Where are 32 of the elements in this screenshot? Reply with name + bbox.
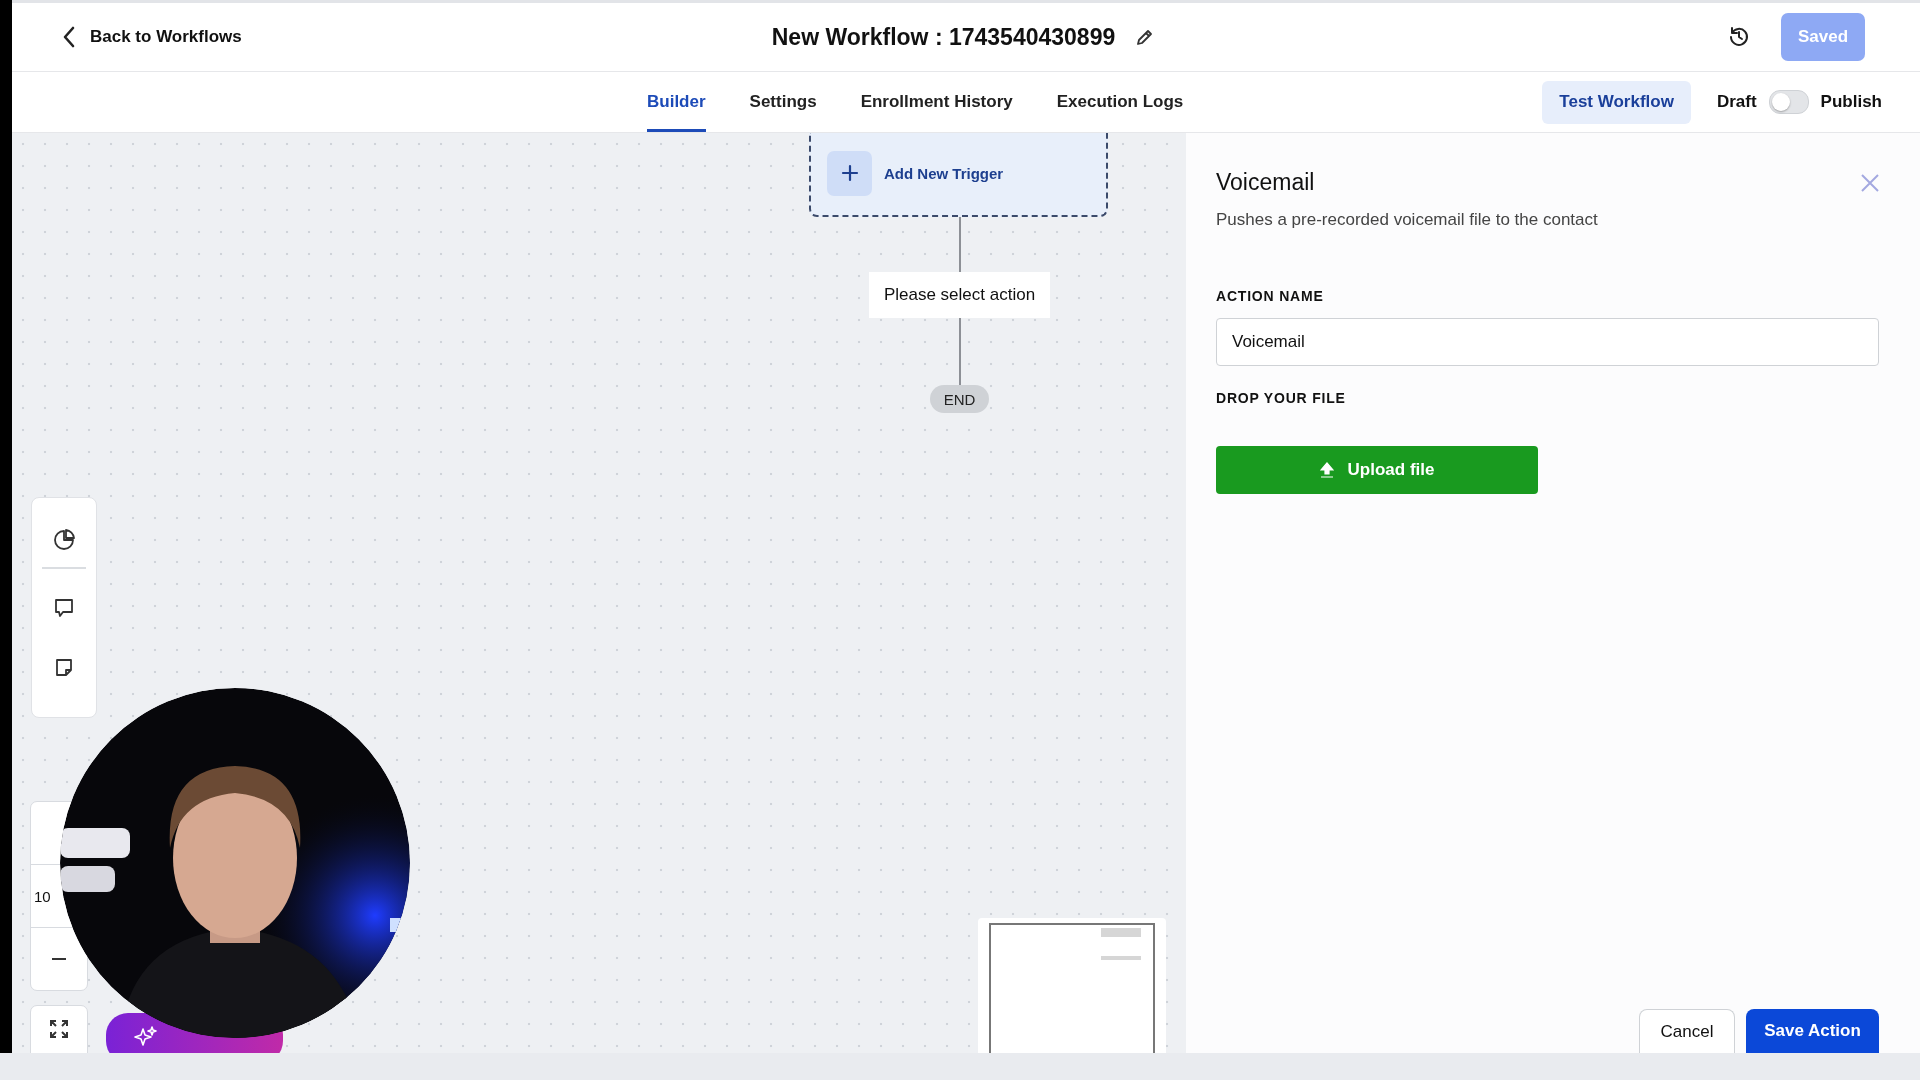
back-link[interactable]: Back to Workflows xyxy=(62,26,242,48)
add-trigger-button[interactable] xyxy=(827,150,872,196)
zoom-out-icon[interactable] xyxy=(51,957,67,961)
upload-icon xyxy=(1319,462,1334,478)
panel-description: Pushes a pre-recorded voicemail file to the contact xyxy=(1216,210,1599,230)
publish-toggle[interactable] xyxy=(1768,90,1809,114)
expand-icon xyxy=(48,1018,70,1040)
sparkle-icon xyxy=(134,1025,158,1049)
chevron-left-icon xyxy=(62,26,76,48)
comment-icon[interactable] xyxy=(52,596,76,620)
pie-chart-icon[interactable] xyxy=(52,528,76,552)
plus-icon xyxy=(840,164,859,182)
upload-button[interactable]: Upload file xyxy=(1216,446,1538,494)
end-node: END xyxy=(930,385,989,413)
tab[interactable]: Settings xyxy=(749,72,817,132)
action-name-field[interactable]: Voicemail xyxy=(1216,318,1879,366)
save-action-button[interactable]: Save Action xyxy=(1746,1009,1879,1053)
field-label: DROP YOUR FILE xyxy=(1216,390,1347,406)
history-icon[interactable] xyxy=(1727,25,1751,49)
test-workflow-button[interactable]: Test Workflow xyxy=(1542,80,1691,124)
cancel-button[interactable]: Cancel xyxy=(1639,1009,1735,1053)
field-label: ACTION NAME xyxy=(1216,288,1325,304)
fit-view-button[interactable] xyxy=(30,1005,88,1053)
publish-label: Publish xyxy=(1820,92,1882,112)
draft-label: Draft xyxy=(1716,92,1757,112)
tab[interactable]: Execution Logs xyxy=(1056,72,1184,132)
panel-title: Voicemail xyxy=(1216,169,1315,196)
trigger-card[interactable]: Add New Trigger xyxy=(809,133,1108,217)
workflow-title: New Workflow : 1743540430899 xyxy=(771,23,1116,51)
trigger-label: Add New Trigger xyxy=(884,164,1004,182)
action-node[interactable]: Please select action xyxy=(869,272,1050,318)
tab[interactable]: Enrollment History xyxy=(860,72,1013,132)
